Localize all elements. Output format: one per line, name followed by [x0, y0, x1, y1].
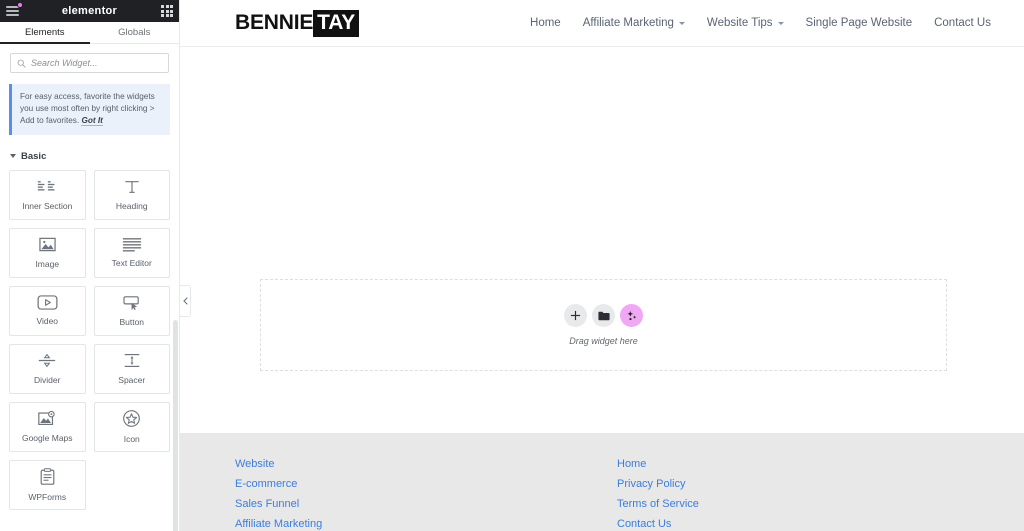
widget-divider[interactable]: Divider	[9, 343, 86, 394]
panel-header: elementor	[0, 0, 179, 22]
widget-text-editor[interactable]: Text Editor	[93, 227, 170, 278]
footer-link-contact-us[interactable]: Contact Us	[617, 517, 671, 531]
chevron-down-icon	[777, 22, 784, 25]
text-editor-icon	[122, 238, 141, 252]
footer-link-ecommerce[interactable]: E-commerce	[235, 477, 297, 493]
widget-dropzone[interactable]: Drag widget here	[260, 279, 947, 371]
video-icon	[37, 295, 58, 310]
widget-label: Inner Section	[22, 200, 73, 211]
hamburger-icon[interactable]	[6, 2, 23, 18]
footer-link-home[interactable]: Home	[617, 457, 646, 473]
widget-panel: elementor Elements Globals For easy acce…	[0, 0, 180, 531]
widget-spacer[interactable]: Spacer	[93, 343, 170, 394]
tab-elements[interactable]: Elements	[0, 22, 90, 44]
panel-collapse-handle[interactable]	[180, 285, 191, 317]
heading-icon	[124, 180, 139, 193]
footer-column-2: Home Privacy Policy Terms of Service Con…	[617, 457, 699, 531]
spacer-icon	[124, 354, 140, 368]
notification-dot	[17, 2, 23, 8]
widget-label: Button	[119, 316, 145, 327]
footer-link-terms-of-service[interactable]: Terms of Service	[617, 497, 699, 513]
footer-link-website[interactable]: Website	[235, 457, 275, 473]
site-footer: Website E-commerce Sales Funnel Affiliat…	[180, 433, 1024, 531]
widget-label: Spacer	[118, 375, 146, 386]
logo-part-two: TAY	[313, 9, 360, 37]
section-basic-label: Basic	[21, 150, 47, 162]
caret-down-icon	[10, 154, 16, 159]
panel-scrollbar[interactable]	[173, 319, 178, 531]
search-container	[0, 44, 179, 79]
search-box[interactable]	[10, 53, 169, 73]
nav-item-affiliate-marketing[interactable]: Affiliate Marketing	[583, 17, 685, 29]
star-icon	[123, 410, 141, 428]
chevron-left-icon	[182, 297, 188, 305]
folder-icon	[597, 311, 610, 320]
elementor-editor: elementor Elements Globals For easy acce…	[0, 0, 1024, 531]
footer-link-privacy-policy[interactable]: Privacy Policy	[617, 477, 685, 493]
footer-link-sales-funnel[interactable]: Sales Funnel	[235, 497, 299, 513]
widget-label: WPForms	[28, 491, 67, 502]
footer-column-1: Website E-commerce Sales Funnel Affiliat…	[235, 457, 617, 531]
elementor-logo-text: elementor	[61, 5, 118, 17]
widget-video[interactable]: Video	[9, 285, 86, 336]
nav-label: Affiliate Marketing	[582, 17, 674, 29]
widget-image[interactable]: Image	[9, 227, 86, 278]
image-icon	[39, 237, 56, 252]
nav-item-contact-us[interactable]: Contact Us	[934, 17, 991, 29]
widget-scroll-area[interactable]: Inner Section Heading Image Text Editor …	[0, 169, 179, 531]
widget-label: Text Editor	[111, 258, 152, 269]
nav-item-website-tips[interactable]: Website Tips	[707, 17, 784, 29]
search-input[interactable]	[31, 58, 162, 68]
nav-item-home[interactable]: Home	[530, 17, 561, 29]
widget-label: Icon	[123, 434, 140, 445]
nav-label: Website Tips	[706, 17, 773, 29]
dropzone-hint: Drag widget here	[569, 336, 638, 346]
nav-label: Single Page Website	[805, 17, 913, 29]
widget-button[interactable]: Button	[93, 285, 170, 336]
search-icon	[17, 59, 26, 68]
widget-google-maps[interactable]: Google Maps	[9, 401, 86, 452]
canvas-body[interactable]: Drag widget here Website E-commerce Sale…	[180, 47, 1024, 531]
widget-label: Divider	[34, 375, 61, 386]
wpforms-icon	[40, 467, 55, 485]
footer-columns: Website E-commerce Sales Funnel Affiliat…	[180, 457, 1024, 531]
nav-label: Home	[530, 17, 561, 29]
tab-globals[interactable]: Globals	[90, 22, 180, 44]
chevron-down-icon	[678, 22, 685, 25]
nav-label: Contact Us	[934, 17, 991, 29]
footer-link-affiliate-marketing[interactable]: Affiliate Marketing	[235, 517, 322, 531]
widget-grid: Inner Section Heading Image Text Editor …	[0, 169, 179, 520]
add-template-button[interactable]	[592, 304, 615, 327]
inner-section-icon	[38, 180, 55, 191]
logo-part-one: BENNIE	[235, 11, 314, 34]
nav-item-single-page-website[interactable]: Single Page Website	[806, 17, 913, 29]
favorites-notice: For easy access, favorite the widgets yo…	[9, 84, 170, 135]
widget-heading[interactable]: Heading	[93, 169, 170, 220]
site-nav: Home Affiliate Marketing Website Tips Si…	[530, 17, 991, 29]
panel-tabs: Elements Globals	[0, 22, 179, 44]
dropzone-buttons	[564, 304, 643, 327]
site-header: BENNIE TAY Home Affiliate Marketing Websi…	[180, 0, 1024, 47]
button-icon	[123, 295, 139, 310]
site-preview-canvas: BENNIE TAY Home Affiliate Marketing Websi…	[180, 0, 1024, 531]
add-element-button[interactable]	[564, 304, 587, 327]
widget-label: Video	[36, 316, 59, 327]
google-maps-icon	[38, 411, 55, 426]
widget-label: Heading	[115, 200, 148, 211]
widget-label: Image	[35, 259, 60, 270]
widget-wpforms[interactable]: WPForms	[9, 459, 86, 510]
section-basic-header[interactable]: Basic	[0, 135, 179, 170]
site-logo[interactable]: BENNIE TAY	[235, 9, 360, 37]
ai-sparkle-icon	[626, 310, 636, 320]
got-it-link[interactable]: Got It	[81, 115, 103, 126]
grid-apps-icon[interactable]	[161, 5, 173, 17]
plus-icon	[570, 310, 581, 321]
divider-icon	[39, 353, 56, 368]
widget-icon[interactable]: Icon	[93, 401, 170, 452]
widget-label: Google Maps	[21, 433, 73, 444]
ai-button[interactable]	[620, 304, 643, 327]
widget-inner-section[interactable]: Inner Section	[9, 169, 86, 220]
